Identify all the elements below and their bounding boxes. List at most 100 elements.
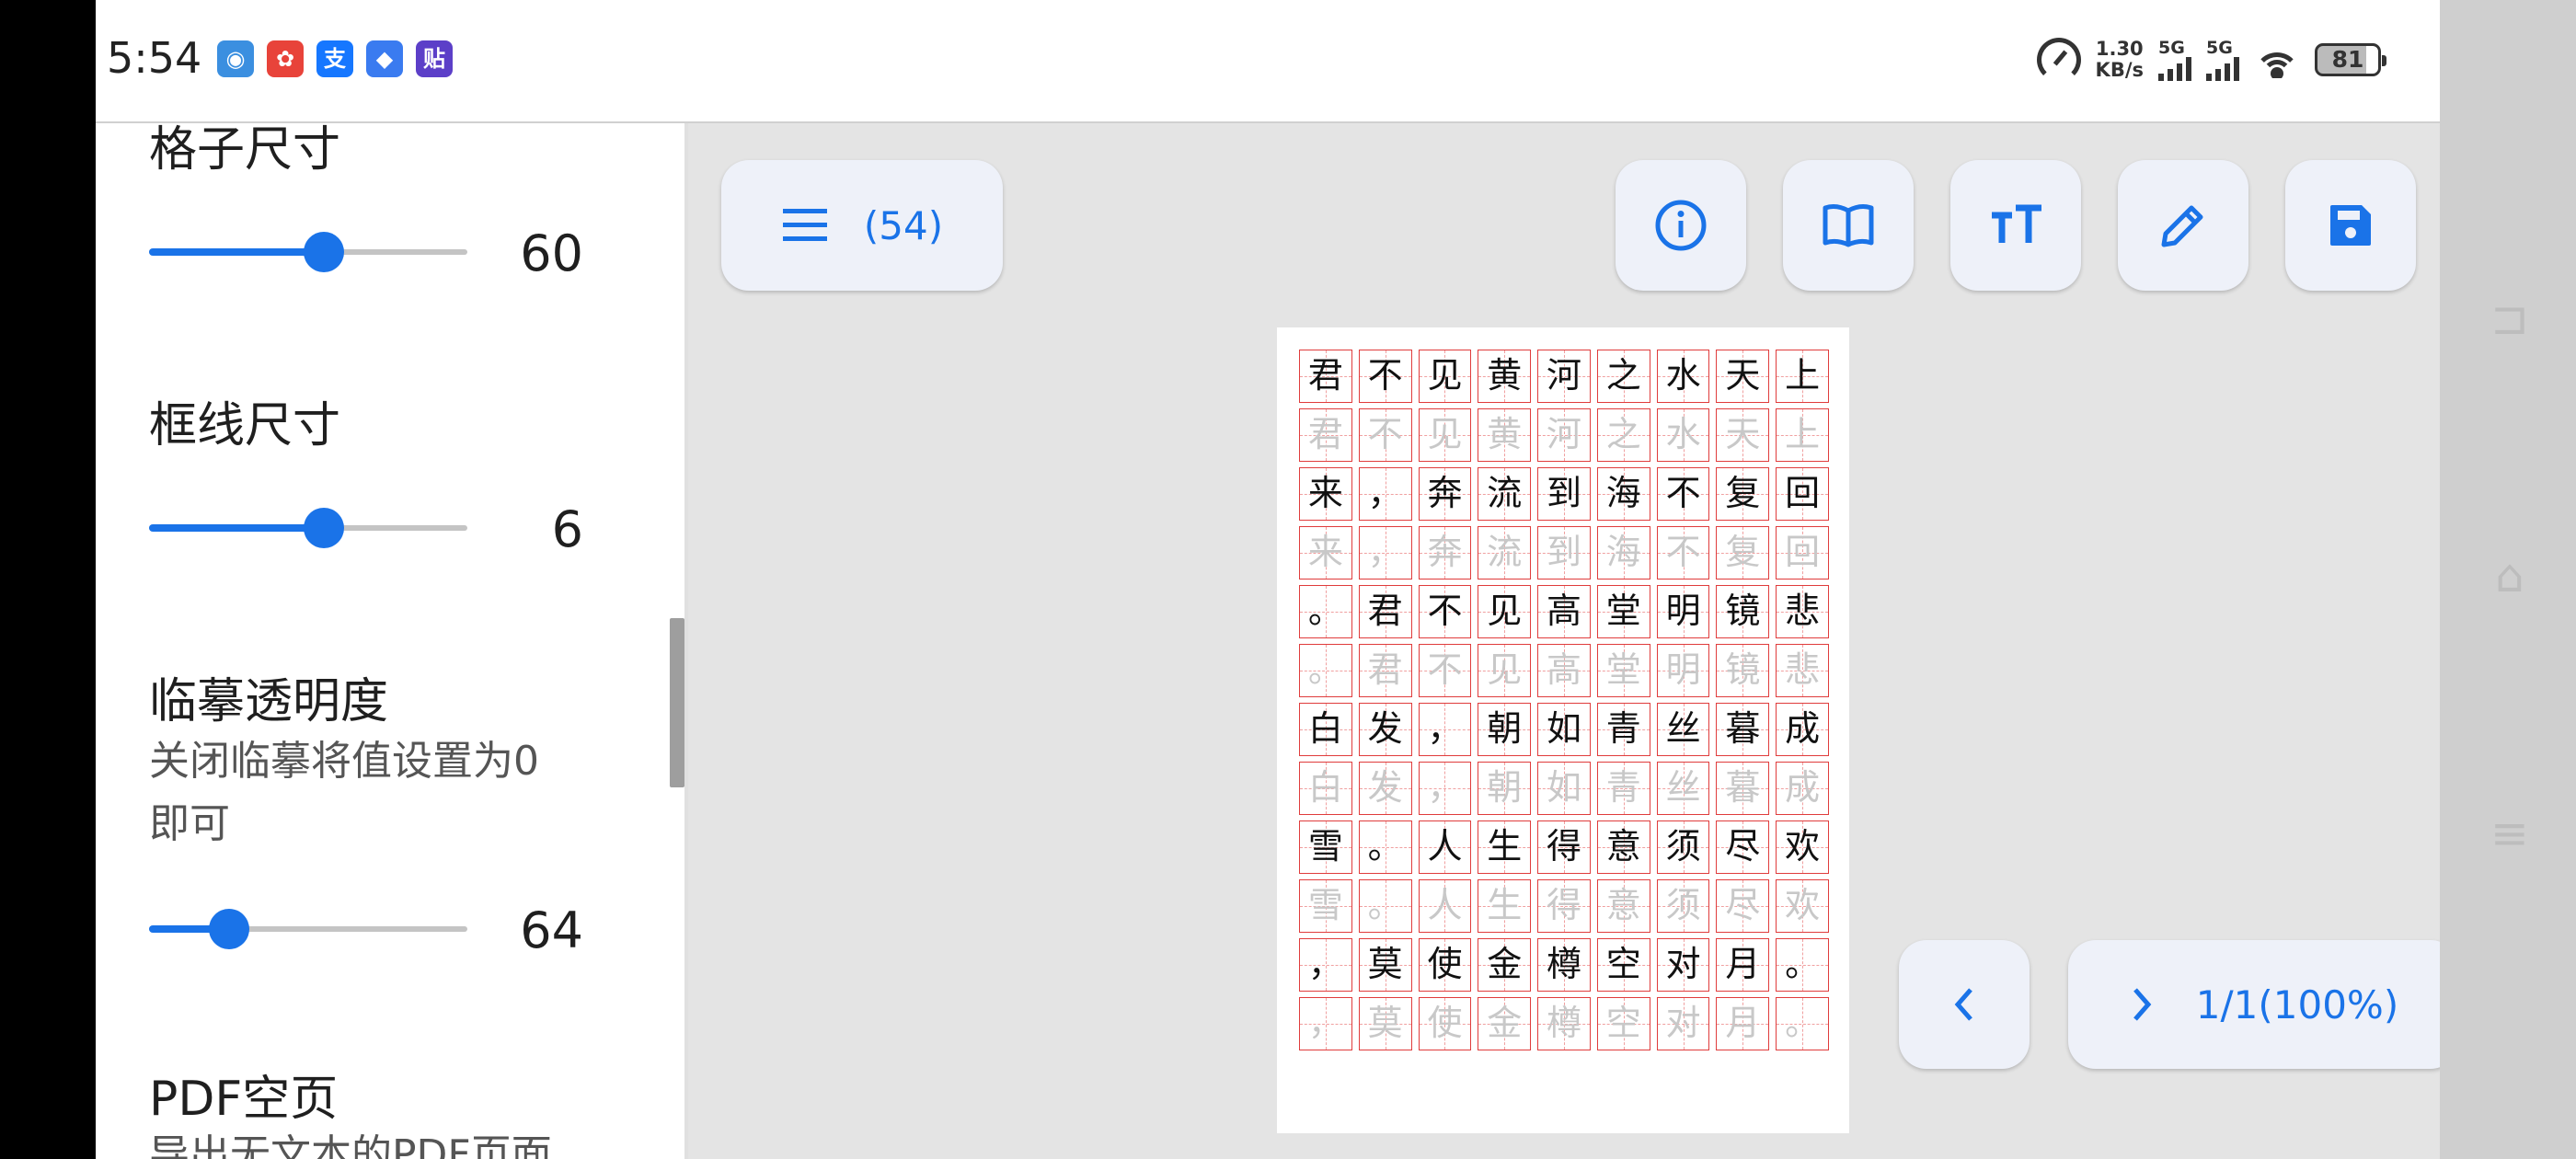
- cell-char: 如: [1547, 708, 1582, 749]
- cell-char: 。: [1367, 885, 1403, 925]
- char-cell: 发: [1358, 703, 1412, 756]
- cell-char: 见: [1487, 591, 1523, 631]
- book-icon: [1823, 204, 1874, 247]
- cell-char: 见: [1427, 355, 1463, 396]
- save-button[interactable]: [2285, 160, 2416, 291]
- cell-char: 到: [1547, 473, 1582, 513]
- char-cell: 君: [1299, 350, 1352, 403]
- char-cell: 上: [1776, 350, 1830, 403]
- char-cell: 樽: [1537, 938, 1591, 992]
- trace-cell: 如: [1537, 762, 1591, 815]
- trace-cell: 明: [1656, 644, 1710, 697]
- back-icon[interactable]: ⊐: [2486, 294, 2534, 342]
- trace-cell: 来: [1299, 526, 1352, 580]
- char-cell: 水: [1656, 350, 1710, 403]
- cell-char: 月: [1725, 1003, 1761, 1043]
- cell-char: 欢: [1785, 826, 1821, 866]
- cell-char: 金: [1487, 944, 1523, 984]
- info-button[interactable]: [1616, 160, 1746, 291]
- cell-char: 。: [1307, 649, 1343, 690]
- cell-char: 青: [1605, 767, 1641, 808]
- cell-char: 奔: [1427, 473, 1463, 513]
- prev-page-button[interactable]: [1899, 940, 2030, 1069]
- settings-scrollbar[interactable]: [670, 618, 684, 787]
- cell-char: 复: [1725, 473, 1761, 513]
- cell-char: ，: [1307, 1003, 1343, 1043]
- trace-cell: 欢: [1776, 879, 1830, 933]
- char-cell: 朝: [1478, 703, 1532, 756]
- cell-char: 欢: [1785, 885, 1821, 925]
- opacity-title: 临摹透明度: [149, 674, 389, 729]
- trace-cell: 悲: [1776, 644, 1830, 697]
- app-notification-icon: ◉: [217, 40, 254, 77]
- char-cell: 须: [1656, 820, 1710, 874]
- trace-cell: 对: [1656, 997, 1710, 1050]
- char-cell: ，: [1418, 703, 1472, 756]
- cell-char: 朝: [1487, 708, 1523, 749]
- line-size-thumb[interactable]: [304, 508, 345, 548]
- char-cell: 天: [1716, 350, 1770, 403]
- cell-char: 明: [1665, 649, 1701, 690]
- char-cell: 高: [1537, 585, 1591, 638]
- text-size-button[interactable]: [1950, 160, 2081, 291]
- grid-size-slider[interactable]: [149, 224, 467, 280]
- cell-char: 之: [1605, 355, 1641, 396]
- line-size-slider[interactable]: [149, 500, 467, 556]
- grid-size-value: 60: [520, 224, 583, 282]
- cell-char: ，: [1367, 473, 1403, 513]
- sim2-label: 5G: [2206, 37, 2233, 58]
- cell-char: 来: [1307, 473, 1343, 513]
- cell-char: 空: [1605, 944, 1641, 984]
- trace-cell: 空: [1596, 997, 1650, 1050]
- opacity-slider[interactable]: [149, 901, 467, 957]
- char-cell: ，: [1358, 467, 1412, 521]
- cell-char: 高: [1547, 591, 1582, 631]
- cell-char: 意: [1605, 826, 1641, 866]
- grid-size-thumb[interactable]: [304, 232, 345, 272]
- trace-cell: ，: [1418, 762, 1472, 815]
- network-speed: 1.30 KB/s: [2096, 39, 2144, 81]
- cell-char: 不: [1427, 591, 1463, 631]
- cell-char: 得: [1547, 885, 1582, 925]
- cell-char: 天: [1725, 414, 1761, 454]
- trace-cell: 月: [1716, 997, 1770, 1050]
- book-button[interactable]: [1783, 160, 1914, 291]
- cell-char: 之: [1605, 414, 1641, 454]
- cell-char: 丝: [1665, 708, 1701, 749]
- settings-panel: 格子尺寸 60 框线尺寸 6 临摹透明度 关闭临摹将值设置为0 即可 64 PD…: [96, 123, 684, 1159]
- grid-size-title: 格子尺寸: [149, 123, 341, 178]
- char-cell: 之: [1596, 350, 1650, 403]
- cell-char: 上: [1785, 355, 1821, 396]
- info-icon: [1655, 200, 1707, 251]
- cell-char: 意: [1605, 885, 1641, 925]
- pdf-blank-subtitle: 导出无文本的PDF页面: [149, 1131, 552, 1159]
- recents-icon[interactable]: ≡: [2486, 809, 2534, 857]
- text-row: 雪。人生得意须尽欢: [1299, 820, 1830, 874]
- next-page-button[interactable]: 1/1(100%): [2068, 940, 2440, 1069]
- char-cell: 见: [1478, 585, 1532, 638]
- cell-char: 人: [1427, 885, 1463, 925]
- home-icon[interactable]: ⌂: [2486, 552, 2534, 600]
- cell-char: 海: [1605, 532, 1641, 572]
- cell-char: 海: [1605, 473, 1641, 513]
- trace-cell: 白: [1299, 762, 1352, 815]
- cell-char: 流: [1487, 473, 1523, 513]
- panel-divider: [684, 123, 688, 1159]
- cell-char: 生: [1487, 826, 1523, 866]
- cell-char: 流: [1487, 532, 1523, 572]
- trace-cell: 水: [1656, 408, 1710, 462]
- trace-cell: 流: [1478, 526, 1532, 580]
- trace-cell: 金: [1478, 997, 1532, 1050]
- char-cell: 金: [1478, 938, 1532, 992]
- menu-button[interactable]: (54): [721, 160, 1003, 291]
- opacity-thumb[interactable]: [208, 909, 249, 949]
- cell-char: 成: [1785, 708, 1821, 749]
- opacity-value: 64: [520, 901, 583, 959]
- text-size-icon: [1992, 204, 2041, 243]
- cell-char: 对: [1665, 944, 1701, 984]
- trace-row: 白发 ， 朝如青丝暮成: [1299, 762, 1830, 815]
- trace-cell: 青: [1596, 762, 1650, 815]
- char-cell: 月: [1716, 938, 1770, 992]
- edit-button[interactable]: [2118, 160, 2248, 291]
- cell-char: 明: [1665, 591, 1701, 631]
